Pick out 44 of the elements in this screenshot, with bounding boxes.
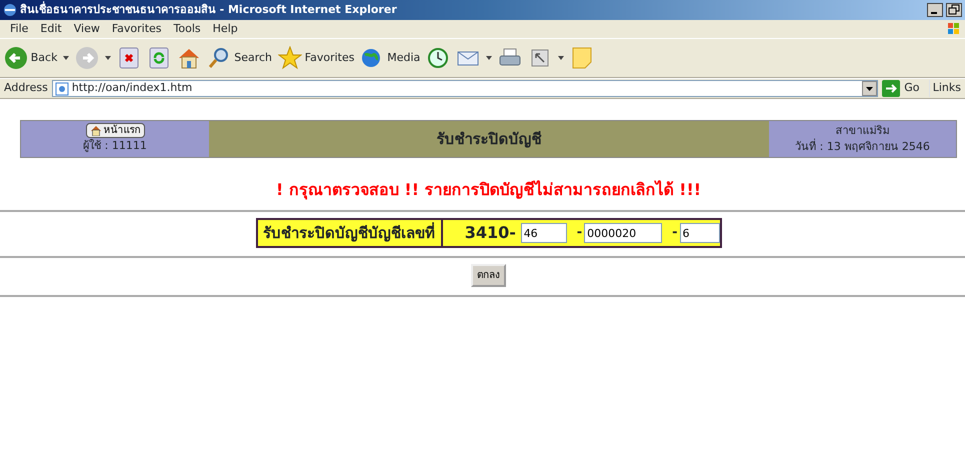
dropdown-caret-icon[interactable] — [486, 56, 492, 60]
address-field[interactable]: http://oan/index1.htm — [52, 80, 878, 97]
ok-button[interactable]: ตกลง — [471, 264, 506, 287]
date-text: วันที่ : 13 พฤศจิกายน 2546 — [795, 139, 930, 155]
menu-item[interactable]: View — [68, 20, 106, 38]
menu-item[interactable]: Help — [206, 20, 244, 38]
toolbar-label[interactable]: Back — [30, 50, 58, 66]
refresh-icon[interactable] — [147, 46, 172, 70]
flag-logo-icon — [947, 21, 961, 37]
house-icon — [90, 125, 102, 136]
account-number-field[interactable]: 0000020 — [584, 223, 662, 243]
menu-item[interactable]: File — [4, 20, 34, 38]
house-icon[interactable] — [177, 46, 202, 70]
restore-icon[interactable] — [946, 3, 962, 17]
clock-icon[interactable] — [426, 46, 450, 70]
warning-message: ! กรุณาตรวจสอบ !! รายการปิดบัญชีไม่สามารถยกเลิกได้ !!! — [274, 179, 702, 202]
links-button[interactable]: Links — [928, 80, 961, 97]
menu-item[interactable]: Favorites — [106, 20, 168, 38]
branch-name: สาขาแม่ริม — [836, 122, 890, 138]
separator-text: - — [576, 224, 582, 242]
dropdown-caret-icon[interactable] — [558, 56, 564, 60]
separator-text: - — [672, 224, 678, 242]
user-id: ผู้ใช้ : 11111 — [83, 138, 147, 154]
dropdown-caret-icon[interactable] — [105, 56, 112, 60]
account-label: รับชำระปิดบัญชีบัญชีเลขที่ — [263, 222, 436, 244]
toolbar-label[interactable]: Media — [387, 50, 420, 66]
home-button[interactable]: หน้าแรก — [86, 123, 144, 138]
window-title: สินเชื่อธนาคารประชาชนธนาคารออมสิน - Microsoft Internet Explorer — [20, 2, 398, 18]
go-button[interactable]: Go — [904, 80, 920, 97]
account-prefix: 3410- — [464, 222, 516, 244]
toolbar-label[interactable]: Search — [234, 50, 272, 66]
account-number-field[interactable]: 46 — [520, 223, 567, 243]
account-number-field[interactable]: 6 — [680, 223, 720, 243]
menu-item[interactable]: Edit — [34, 20, 68, 38]
page-icon — [54, 82, 69, 96]
browser-icon — [3, 3, 17, 17]
toolbar-label[interactable]: Favorites — [304, 50, 354, 66]
page-heading: รับชำระปิดบัญชี — [436, 128, 542, 150]
stop-icon[interactable] — [117, 46, 142, 70]
star-icon — [278, 46, 302, 70]
minimize-icon[interactable] — [927, 3, 944, 17]
menu-item[interactable]: Tools — [168, 20, 207, 38]
address-label: Address — [4, 80, 48, 96]
dropdown-caret-icon[interactable] — [63, 56, 70, 60]
